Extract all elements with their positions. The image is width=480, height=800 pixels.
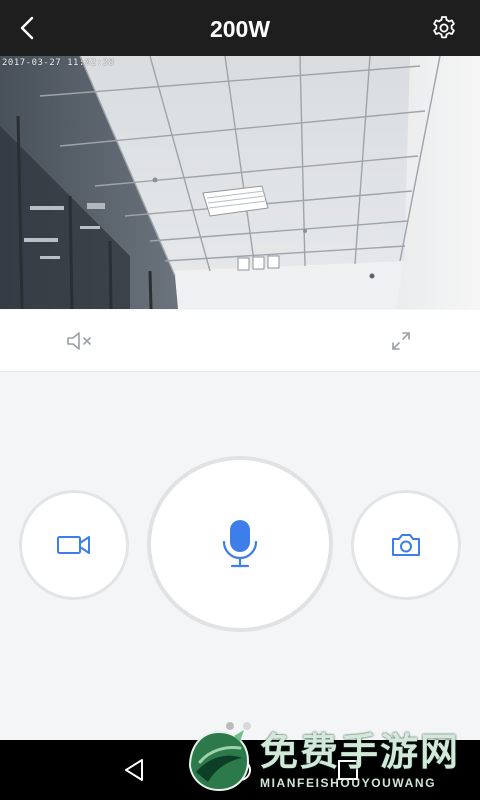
fullscreen-icon xyxy=(392,332,410,350)
nav-home-button[interactable] xyxy=(226,756,254,784)
snapshot-button[interactable] xyxy=(351,490,461,600)
page-dot-active[interactable] xyxy=(226,722,234,730)
app-screen: 200W 2017-03-27 11:02:38 免费手游网 MIANFEISH… xyxy=(0,0,480,800)
nav-recent-button[interactable] xyxy=(334,756,362,784)
speaker-muted-icon xyxy=(67,332,91,350)
page-indicator xyxy=(226,722,251,730)
camera-scene-image xyxy=(0,56,480,309)
control-strip xyxy=(0,310,480,372)
live-video-feed[interactable]: 2017-03-27 11:02:38 xyxy=(0,56,480,309)
top-bar: 200W xyxy=(0,0,480,56)
camera-icon xyxy=(392,534,420,556)
gear-icon xyxy=(433,16,455,39)
page-dot[interactable] xyxy=(243,722,251,730)
nav-back-icon xyxy=(125,759,143,781)
nav-home-icon xyxy=(229,759,251,781)
talk-button[interactable] xyxy=(147,456,333,632)
mute-button[interactable] xyxy=(64,328,96,354)
settings-button[interactable] xyxy=(426,10,462,46)
nav-back-button[interactable] xyxy=(120,756,148,784)
video-timestamp: 2017-03-27 11:02:38 xyxy=(2,58,115,68)
video-camera-icon xyxy=(57,536,90,554)
fullscreen-button[interactable] xyxy=(388,328,414,354)
record-button[interactable] xyxy=(19,490,129,600)
page-title: 200W xyxy=(209,16,271,42)
microphone-icon xyxy=(222,520,258,568)
system-navigation-bar xyxy=(0,740,480,800)
nav-recent-icon xyxy=(338,760,358,780)
